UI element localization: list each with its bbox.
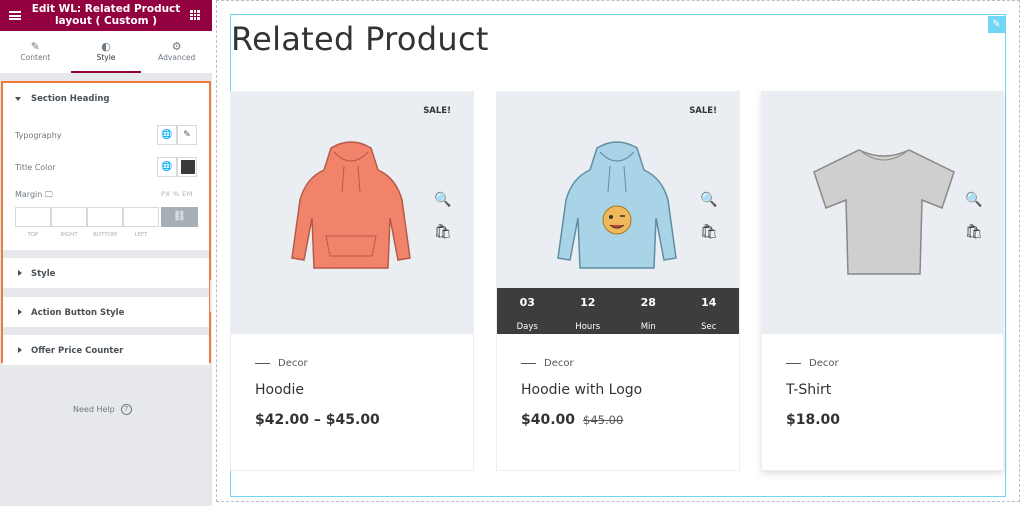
- pencil-edit-icon[interactable]: ✎: [177, 125, 197, 145]
- countdown-days: 03 Days: [516, 296, 538, 332]
- product-name[interactable]: Hoodie with Logo: [521, 382, 642, 398]
- caret-down-icon: [15, 97, 21, 101]
- search-icon[interactable]: 🔍: [964, 190, 984, 210]
- product-name[interactable]: Hoodie: [255, 382, 304, 398]
- question-icon: ?: [120, 404, 132, 415]
- countdown-hours: 12 Hours: [575, 296, 601, 332]
- product-image[interactable]: 🔍 🛍: [762, 92, 1003, 334]
- shopping-bag-icon[interactable]: 🛍: [433, 222, 453, 242]
- shopping-bag-icon[interactable]: 🛍: [964, 222, 984, 242]
- tab-style[interactable]: ◐ Style: [70, 31, 142, 73]
- color-picker[interactable]: [177, 157, 197, 177]
- link-values-button[interactable]: ⛓: [161, 207, 198, 227]
- tab-advanced[interactable]: ⚙ Advanced: [141, 31, 212, 73]
- offer-countdown: 03 Days 12 Hours 28 Min 14 Sec: [497, 288, 739, 334]
- product-category[interactable]: Decor: [521, 358, 574, 369]
- widgets-grid-icon[interactable]: [190, 10, 200, 20]
- half-circle-icon: ◐: [101, 40, 111, 53]
- section-style-toggle[interactable]: Style: [3, 258, 209, 288]
- caret-right-icon: [18, 270, 22, 276]
- caret-right-icon: [18, 347, 22, 353]
- section-heading-toggle[interactable]: Section Heading: [3, 83, 209, 113]
- search-icon[interactable]: 🔍: [433, 190, 453, 210]
- globe-icon[interactable]: 🌐: [157, 157, 177, 177]
- editor-panel: Edit WL: Related Product layout ( Custom…: [0, 0, 212, 506]
- tshirt-image: [813, 149, 955, 275]
- margin-left-input[interactable]: [123, 207, 159, 227]
- product-image[interactable]: SALE! 🔍 🛍: [231, 92, 473, 334]
- product-name[interactable]: T-Shirt: [786, 382, 831, 398]
- gear-icon: ⚙: [171, 40, 182, 53]
- panel-header: Edit WL: Related Product layout ( Custom…: [0, 0, 212, 31]
- product-card[interactable]: SALE! 🔍 🛍 Decor Hoodie $42.00 – $45.00: [230, 91, 474, 471]
- product-price: $42.00 – $45.00: [255, 412, 380, 428]
- shopping-bag-icon[interactable]: 🛍: [699, 222, 719, 242]
- hoodie-logo-image: [557, 141, 677, 269]
- section-offer-counter-toggle[interactable]: Offer Price Counter: [3, 335, 209, 365]
- page-title: Related Product: [231, 20, 489, 58]
- sale-badge: SALE!: [689, 106, 717, 116]
- product-price: $18.00: [786, 412, 841, 428]
- desktop-icon: 🖵: [44, 190, 53, 199]
- section-heading-controls: Typography 🌐 ✎ Title Color 🌐 Margin 🖵 PX…: [3, 113, 209, 250]
- margin-bottom-input[interactable]: [87, 207, 123, 227]
- product-category[interactable]: Decor: [786, 358, 839, 369]
- search-icon[interactable]: 🔍: [699, 190, 719, 210]
- old-price: $45.00: [583, 413, 624, 427]
- need-help-link[interactable]: Need Help?: [73, 404, 132, 415]
- product-image[interactable]: SALE! 🔍 🛍 03 Days 12 Hours 28 Min 14 Sec: [497, 92, 739, 334]
- color-swatch: [181, 160, 195, 174]
- countdown-min: 28 Min: [640, 296, 656, 332]
- margin-dim-labels: TOP RIGHT BOTTOM LEFT: [27, 232, 148, 238]
- menu-icon[interactable]: [9, 11, 21, 20]
- product-card[interactable]: 🔍 🛍 Decor T-Shirt $18.00: [761, 91, 1004, 471]
- caret-right-icon: [18, 309, 22, 315]
- preview-canvas: ✎ Related Product SALE! 🔍 🛍 Decor Hoodie…: [212, 0, 1024, 506]
- pencil-icon: ✎: [30, 40, 40, 53]
- margin-top-input[interactable]: [15, 207, 51, 227]
- margin-inputs: [15, 207, 159, 227]
- hoodie-image: [291, 141, 411, 269]
- style-sections: Section Heading Typography 🌐 ✎ Title Col…: [1, 81, 211, 365]
- margin-right-input[interactable]: [51, 207, 87, 227]
- title-color-label: Title Color: [15, 163, 56, 172]
- product-price: $40.00 $45.00: [521, 412, 624, 428]
- product-card[interactable]: SALE! 🔍 🛍 03 Days 12 Hours 28 Min 14 Sec Dec…: [496, 91, 740, 471]
- countdown-sec: 14 Sec: [701, 296, 717, 332]
- unit-switcher[interactable]: PX % EM: [161, 190, 193, 198]
- panel-tabs: ✎ Content ◐ Style ⚙ Advanced: [0, 31, 212, 73]
- margin-label: Margin 🖵: [15, 190, 53, 199]
- globe-icon[interactable]: 🌐: [157, 125, 177, 145]
- typography-label: Typography: [15, 131, 62, 140]
- tab-content[interactable]: ✎ Content: [0, 31, 71, 73]
- panel-title: Edit WL: Related Product layout ( Custom…: [31, 3, 181, 27]
- product-category[interactable]: Decor: [255, 358, 308, 369]
- sale-badge: SALE!: [423, 106, 451, 116]
- edit-widget-icon[interactable]: ✎: [988, 16, 1005, 33]
- section-action-button-toggle[interactable]: Action Button Style: [3, 297, 209, 327]
